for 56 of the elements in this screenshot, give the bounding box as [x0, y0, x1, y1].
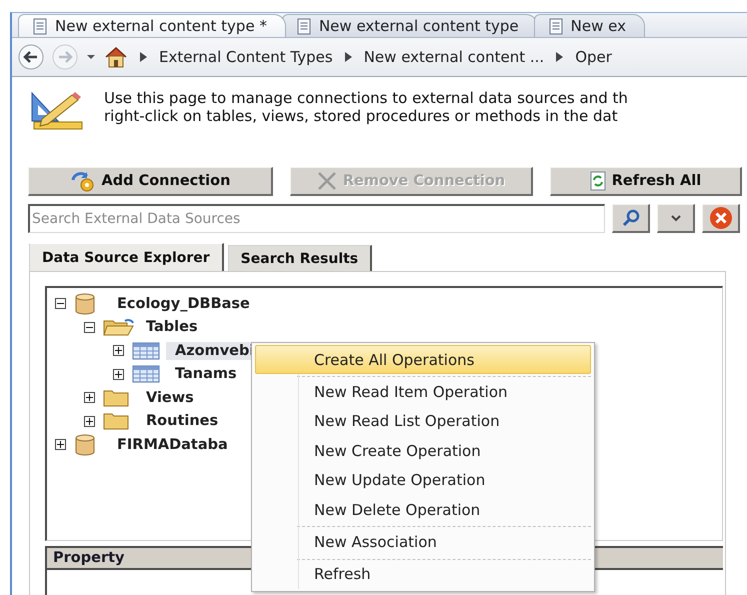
- document-tab[interactable]: New ex: [534, 14, 645, 37]
- menu-item[interactable]: New Update Operation: [255, 466, 591, 495]
- back-button[interactable]: [18, 44, 44, 70]
- folder-icon: [103, 412, 129, 430]
- breadcrumb-link[interactable]: New external content ...: [364, 48, 544, 66]
- connection-gear-icon: [70, 170, 96, 192]
- menu-item[interactable]: New Delete Operation: [255, 494, 591, 524]
- breadcrumb-separator-icon: [140, 52, 147, 62]
- toolbar-button[interactable]: Refresh All: [550, 167, 742, 196]
- expand-toggle-icon[interactable]: [84, 392, 95, 404]
- cross-icon: [316, 172, 337, 190]
- clear-button[interactable]: [702, 204, 740, 233]
- document-icon: [548, 18, 563, 34]
- tree-item[interactable]: Routines: [137, 412, 222, 430]
- breadcrumb-separator-icon: [556, 52, 564, 62]
- breadcrumb-link[interactable]: Oper: [575, 48, 612, 66]
- menu-item[interactable]: New Read Item Operation: [255, 377, 591, 407]
- home-button[interactable]: [104, 46, 128, 68]
- document-tab[interactable]: New external content type *: [18, 14, 286, 37]
- database-icon: [74, 434, 96, 456]
- folder-icon: [103, 388, 129, 407]
- search-button[interactable]: [612, 204, 650, 233]
- tree-item[interactable]: Views: [137, 388, 198, 407]
- table-icon: [132, 342, 160, 360]
- description-text: right-click on tables, views, stored procedures or methods in the dat: [104, 107, 619, 125]
- collapse-toggle-icon[interactable]: [84, 322, 95, 333]
- chevron-down-icon: [670, 214, 682, 222]
- tree-item[interactable]: Ecology_DBBase: [108, 294, 254, 313]
- collapse-toggle-icon[interactable]: [55, 298, 66, 310]
- close-icon: [708, 206, 732, 230]
- refresh-icon: [590, 171, 606, 191]
- tree-item[interactable]: FIRMADataba: [108, 436, 232, 454]
- expand-toggle-icon[interactable]: [113, 368, 124, 380]
- breadcrumb-separator-icon: [344, 52, 352, 62]
- document-icon: [296, 18, 311, 34]
- search-icon: [620, 208, 640, 228]
- expand-toggle-icon[interactable]: [84, 416, 95, 427]
- search-field[interactable]: Search External Data Sources: [28, 204, 605, 233]
- open-folder-icon: [103, 317, 135, 338]
- tree-item[interactable]: Tables: [137, 318, 202, 336]
- expand-toggle-icon[interactable]: [113, 345, 124, 356]
- table-icon: [132, 365, 160, 384]
- history-dropdown-button[interactable]: [86, 54, 96, 60]
- panel-tab[interactable]: Search Results: [228, 245, 372, 271]
- description-text: Use this page to manage connections to external data sources and th: [104, 89, 628, 107]
- tree-item[interactable]: Tanams: [166, 365, 241, 384]
- menu-item[interactable]: New Create Operation: [255, 436, 591, 466]
- database-icon: [74, 292, 96, 315]
- dropdown-button[interactable]: [657, 204, 695, 233]
- menu-item[interactable]: Create All Operations: [255, 345, 591, 374]
- menu-item[interactable]: New Read List Operation: [255, 406, 591, 436]
- expand-toggle-icon[interactable]: [55, 439, 66, 450]
- panel-tab[interactable]: Data Source Explorer: [29, 243, 224, 271]
- breadcrumb-link[interactable]: External Content Types: [159, 48, 333, 66]
- document-icon: [33, 18, 47, 34]
- toolbar-button[interactable]: Add Connection: [28, 167, 273, 196]
